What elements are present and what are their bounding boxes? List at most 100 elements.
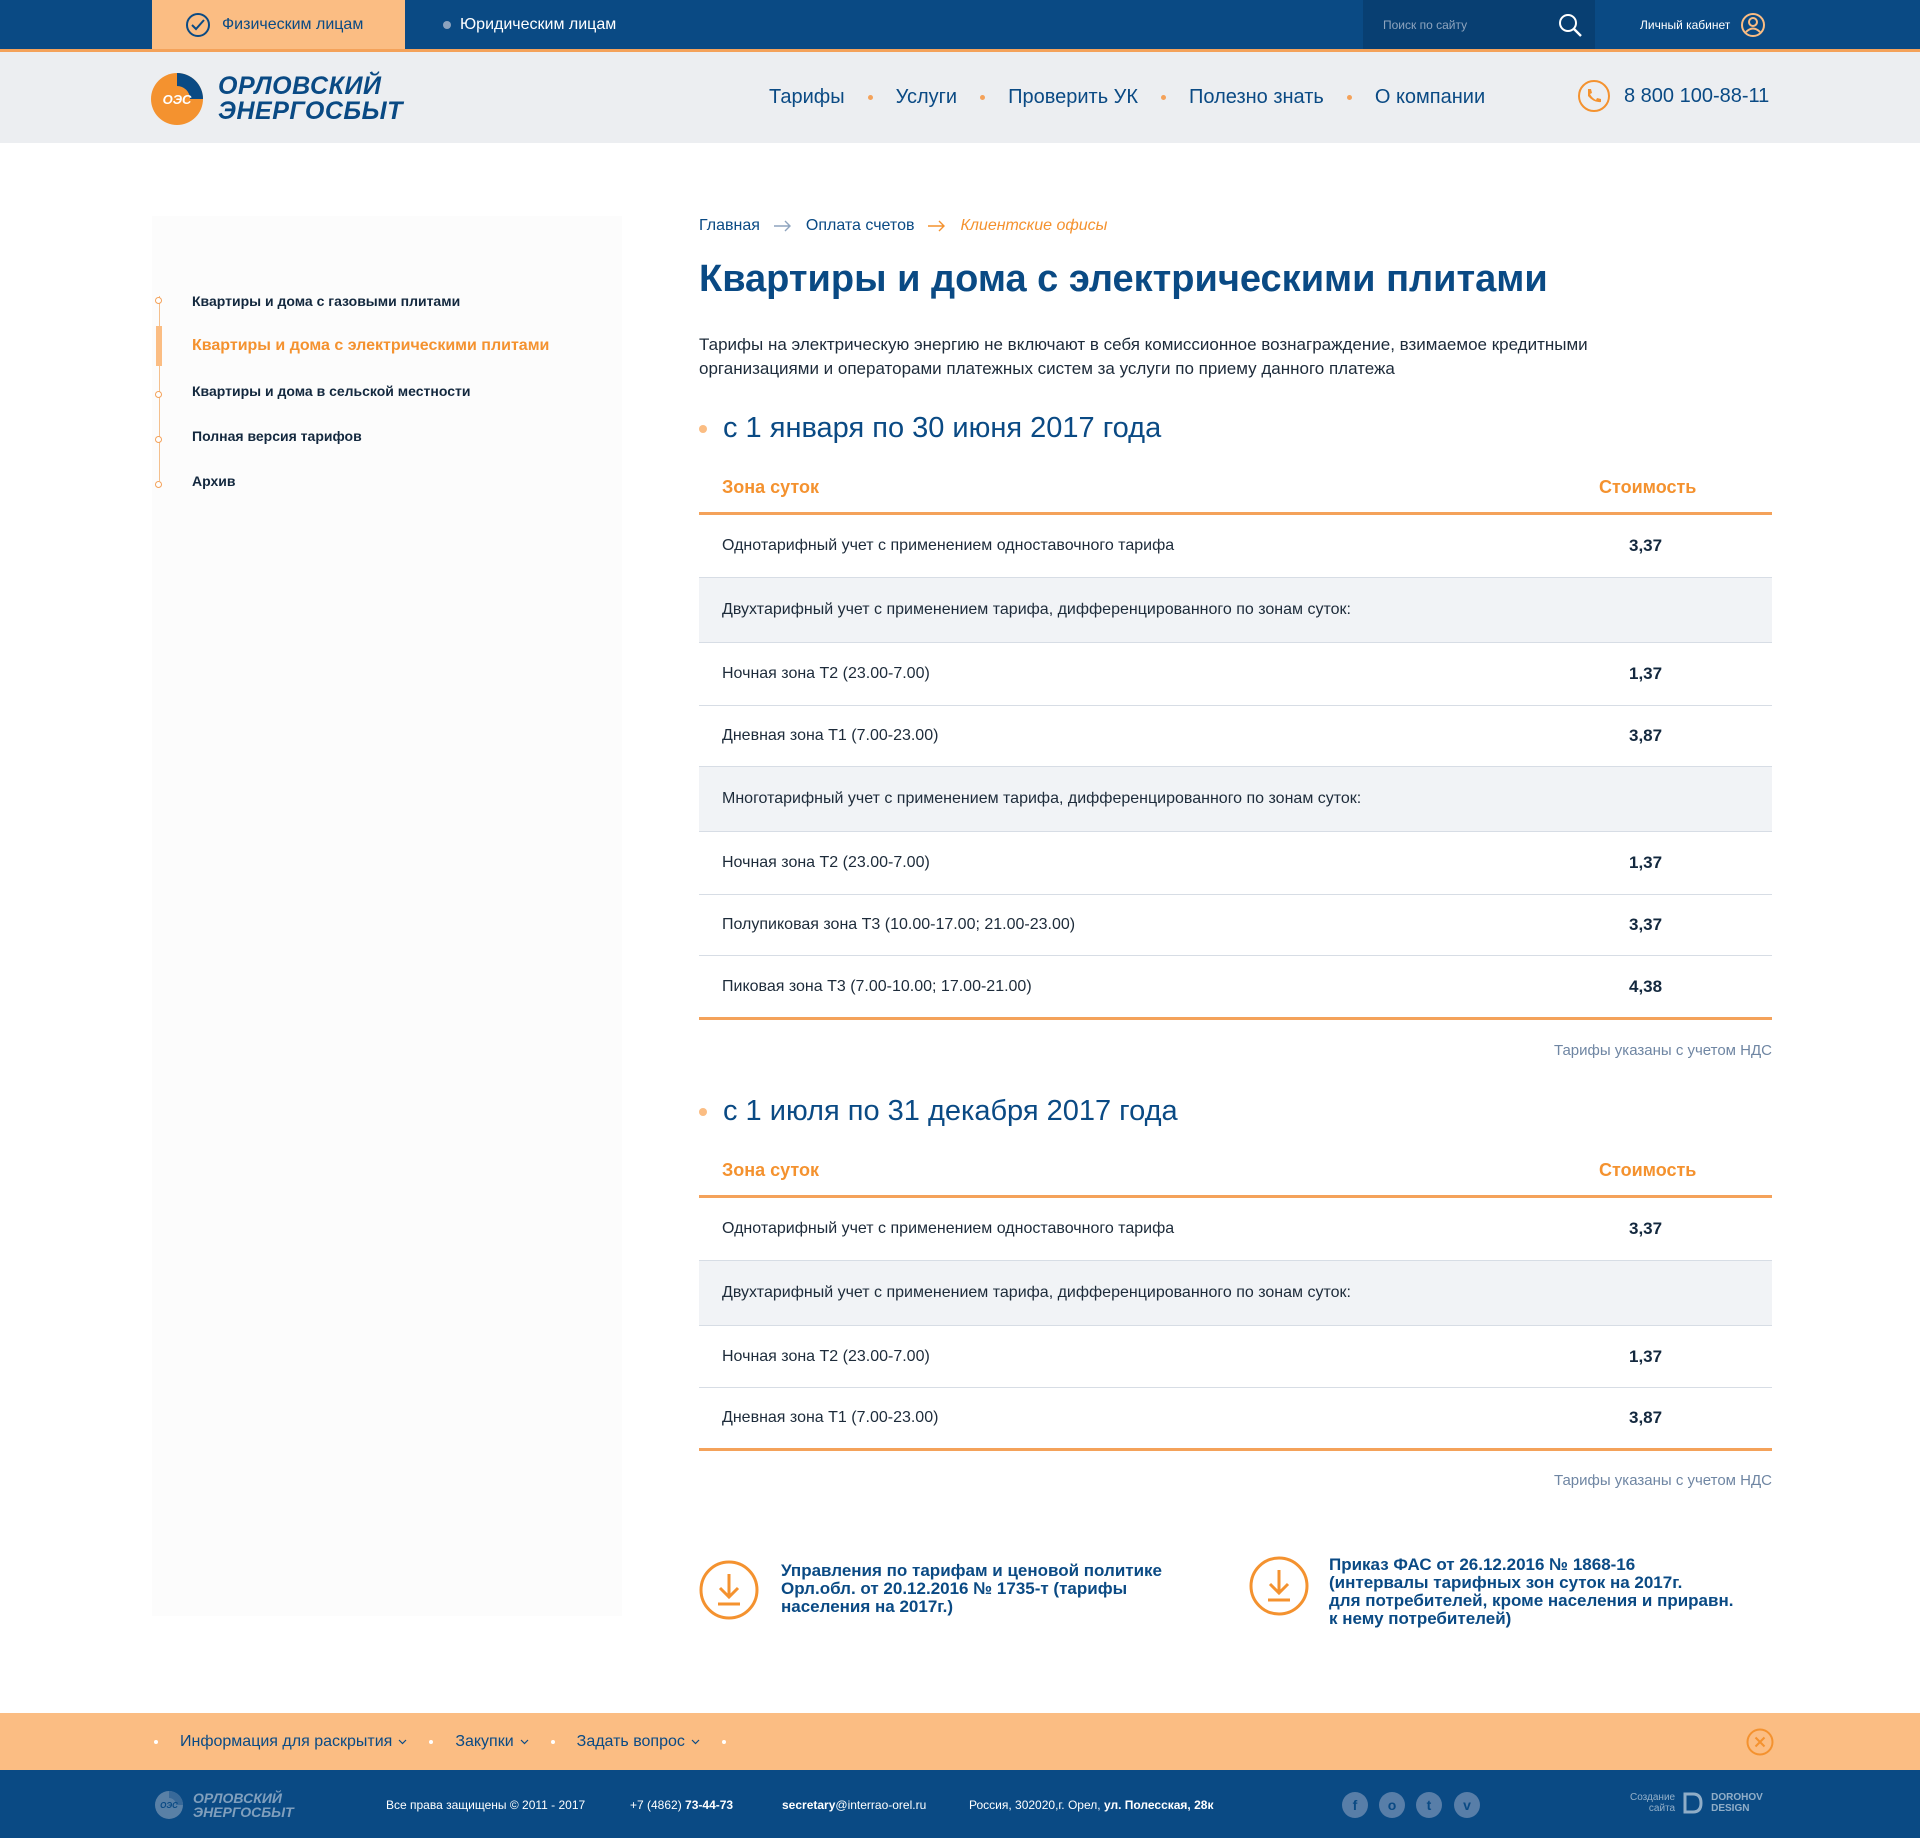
row-value: 3,37 — [1629, 536, 1663, 555]
search-input[interactable] — [1381, 14, 1555, 36]
logo[interactable]: ОЭС ОРЛОВСКИЙ ЭНЕРГОСБЫТ — [150, 72, 403, 126]
nav-item-tariffs[interactable]: Тарифы — [769, 86, 845, 109]
search-icon[interactable] — [1557, 12, 1583, 38]
sidebar-item-electric-stoves[interactable]: Квартиры и дома с электрическими плитами — [192, 337, 549, 355]
footer-phone-prefix: +7 (4862) — [630, 1798, 682, 1812]
document-line: для потребителей, кроме населения и прир… — [1329, 1591, 1734, 1610]
top-bar: Физическим лицам Юридическим лицам Личны… — [0, 0, 1920, 49]
sidebar-bullet — [155, 481, 162, 488]
footer-logo[interactable]: ОЭС ОРЛОВСКИЙ ЭНЕРГОСБЫТ — [154, 1790, 294, 1820]
logo-mark-text: ОЭС — [160, 1801, 178, 1810]
sidebar-rail — [159, 296, 160, 481]
footer-address-prefix: Россия, 302020,г. Орел, — [969, 1798, 1101, 1812]
footer-phone[interactable]: +7 (4862) 73-44-73 — [630, 1798, 733, 1812]
footer-nav-disclosure[interactable]: Информация для раскрытия — [180, 1733, 407, 1751]
bullet-icon — [699, 424, 707, 433]
row-value: 4,38 — [1629, 976, 1663, 996]
phone-number: 8 800 100-88-11 — [1624, 84, 1770, 107]
row-name: Пиковая зона Т3 (7.00-10.00; 17.00-21.00… — [722, 977, 1032, 995]
audience-tab-label: Физическим лицам — [222, 15, 364, 33]
sidebar-item-full-tariffs[interactable]: Полная версия тарифов — [192, 428, 362, 444]
audience-tab-legal[interactable]: Юридическим лицам — [443, 0, 616, 49]
header-phone[interactable]: 8 800 100-88-11 — [1577, 79, 1769, 113]
period-title: с 1 января по 30 июня 2017 года — [723, 412, 1162, 444]
footer-bullet — [550, 1739, 555, 1744]
user-icon — [1741, 12, 1766, 37]
bullet-icon — [443, 20, 451, 29]
breadcrumb-home[interactable]: Главная — [699, 217, 760, 235]
nav-separator — [980, 95, 986, 100]
audience-tab-individuals[interactable]: Физическим лицам — [152, 0, 405, 49]
row-name: Ночная зона Т2 (23.00-7.00) — [722, 854, 930, 871]
table-row: Полупиковая зона Т3 (10.00-17.00; 21.00-… — [699, 895, 1772, 956]
document-line: Управления по тарифам и ценовой политике — [781, 1561, 1163, 1580]
breadcrumb-payment[interactable]: Оплата счетов — [806, 217, 915, 235]
row-name: Многотарифный учет с применением тарифа,… — [722, 790, 1362, 807]
row-name: Ночная зона Т2 (23.00-7.00) — [722, 665, 930, 682]
table-row: Однотарифный учет с применением одностав… — [699, 1198, 1772, 1261]
footer-nav-label: Информация для раскрытия — [180, 1732, 393, 1750]
page-title: Квартиры и дома с электрическими плитами — [699, 258, 1548, 300]
footer-bullet — [429, 1739, 434, 1744]
twitter-icon[interactable]: t — [1416, 1792, 1442, 1818]
footer-bullet — [154, 1739, 158, 1744]
column-header-zone: Зона суток — [722, 1160, 819, 1180]
row-name: Двухтарифный учет с применением тарифа, … — [722, 601, 1351, 618]
table-group-row: Многотарифный учет с применением тарифа,… — [699, 767, 1772, 832]
made-by-label: Создание сайта — [1630, 1792, 1675, 1814]
table-group-row: Двухтарифный учет с применением тарифа, … — [699, 1261, 1772, 1326]
site-header: ОЭС ОРЛОВСКИЙ ЭНЕРГОСБЫТ Тарифы Услуги П… — [0, 52, 1920, 143]
odnoklassniki-icon[interactable]: o — [1379, 1792, 1405, 1818]
row-value: 3,87 — [1629, 1408, 1663, 1427]
row-name: Дневная зона Т1 (7.00-23.00) — [722, 727, 939, 744]
download-icon — [1249, 1556, 1309, 1616]
document-download-link[interactable]: Управления по тарифам и ценовой политике… — [699, 1560, 1162, 1620]
vk-icon[interactable]: v — [1454, 1792, 1480, 1818]
table-row: Дневная зона Т1 (7.00-23.00) 3,87 — [699, 706, 1772, 767]
made-by-link[interactable]: Создание сайта DOROHOV DESIGN — [1630, 1792, 1763, 1814]
facebook-icon[interactable]: f — [1342, 1792, 1368, 1818]
nav-item-services[interactable]: Услуги — [896, 86, 958, 109]
main-nav: Тарифы Услуги Проверить УК Полезно знать… — [769, 52, 1485, 143]
sidebar-item-gas-stoves[interactable]: Квартиры и дома с газовыми плитами — [192, 293, 460, 309]
document-title: Приказ ФАС от 26.12.2016 № 1868-16 (инте… — [1329, 1556, 1733, 1628]
page-intro: Тарифы на электрическую энергию не включ… — [699, 335, 1588, 378]
footer-address-street: ул. Полесская, 28к — [1103, 1798, 1214, 1812]
footer-nav-purchases[interactable]: Закупки — [455, 1733, 529, 1751]
nav-item-about[interactable]: О компании — [1375, 86, 1485, 109]
close-icon[interactable] — [1746, 1728, 1774, 1756]
table-row: Пиковая зона Т3 (7.00-10.00; 17.00-21.00… — [699, 956, 1772, 1020]
footer-email[interactable]: secretary@interrao-orel.ru — [782, 1798, 926, 1812]
footer-nav-ask-question[interactable]: Задать вопрос — [577, 1733, 700, 1751]
personal-account-link[interactable]: Личный кабинет — [1640, 0, 1766, 49]
audience-tab-label: Юридическим лицам — [460, 15, 617, 33]
document-download-link[interactable]: Приказ ФАС от 26.12.2016 № 1868-16 (инте… — [1249, 1556, 1733, 1628]
sidebar-item-archive[interactable]: Архив — [192, 473, 235, 489]
download-icon — [699, 1560, 759, 1620]
footer-address: Россия, 302020,г. Орел, ул. Полесская, 2… — [969, 1798, 1213, 1812]
nav-item-check-uk[interactable]: Проверить УК — [1008, 86, 1138, 109]
chevron-down-icon — [398, 1739, 407, 1744]
made-by-line: DESIGN — [1711, 1803, 1750, 1814]
column-header-zone: Зона суток — [722, 477, 819, 497]
logo-mark-icon: ОЭС — [155, 1791, 183, 1819]
breadcrumb-current: Клиентские офисы — [960, 217, 1108, 234]
nav-item-useful[interactable]: Полезно знать — [1189, 86, 1324, 109]
made-by-line: Создание — [1630, 1792, 1676, 1803]
logo-text: ОРЛОВСКИЙ ЭНЕРГОСБЫТ — [218, 74, 403, 124]
table-header: Зона суток Стоимость — [699, 460, 1772, 515]
check-icon — [186, 12, 210, 37]
chevron-down-icon — [691, 1739, 700, 1744]
table-row: Однотарифный учет с применением одностав… — [699, 515, 1772, 578]
footer-email-user: secretary — [782, 1798, 836, 1812]
document-title: Управления по тарифам и ценовой политике… — [781, 1562, 1162, 1616]
sidebar-item-rural[interactable]: Квартиры и дома в сельской местности — [192, 383, 470, 399]
phone-icon — [1578, 80, 1610, 112]
document-line: Приказ ФАС от 26.12.2016 № 1868-16 — [1329, 1555, 1636, 1574]
footer-logo-text: ОРЛОВСКИЙ ЭНЕРГОСБЫТ — [193, 1791, 294, 1819]
made-by-line: сайта — [1648, 1803, 1676, 1814]
nav-separator — [867, 95, 873, 100]
period-heading: с 1 июля по 31 декабря 2017 года — [699, 1095, 1178, 1128]
row-value: 1,37 — [1629, 664, 1663, 683]
footer-email-domain: @interrao-orel.ru — [835, 1798, 927, 1812]
